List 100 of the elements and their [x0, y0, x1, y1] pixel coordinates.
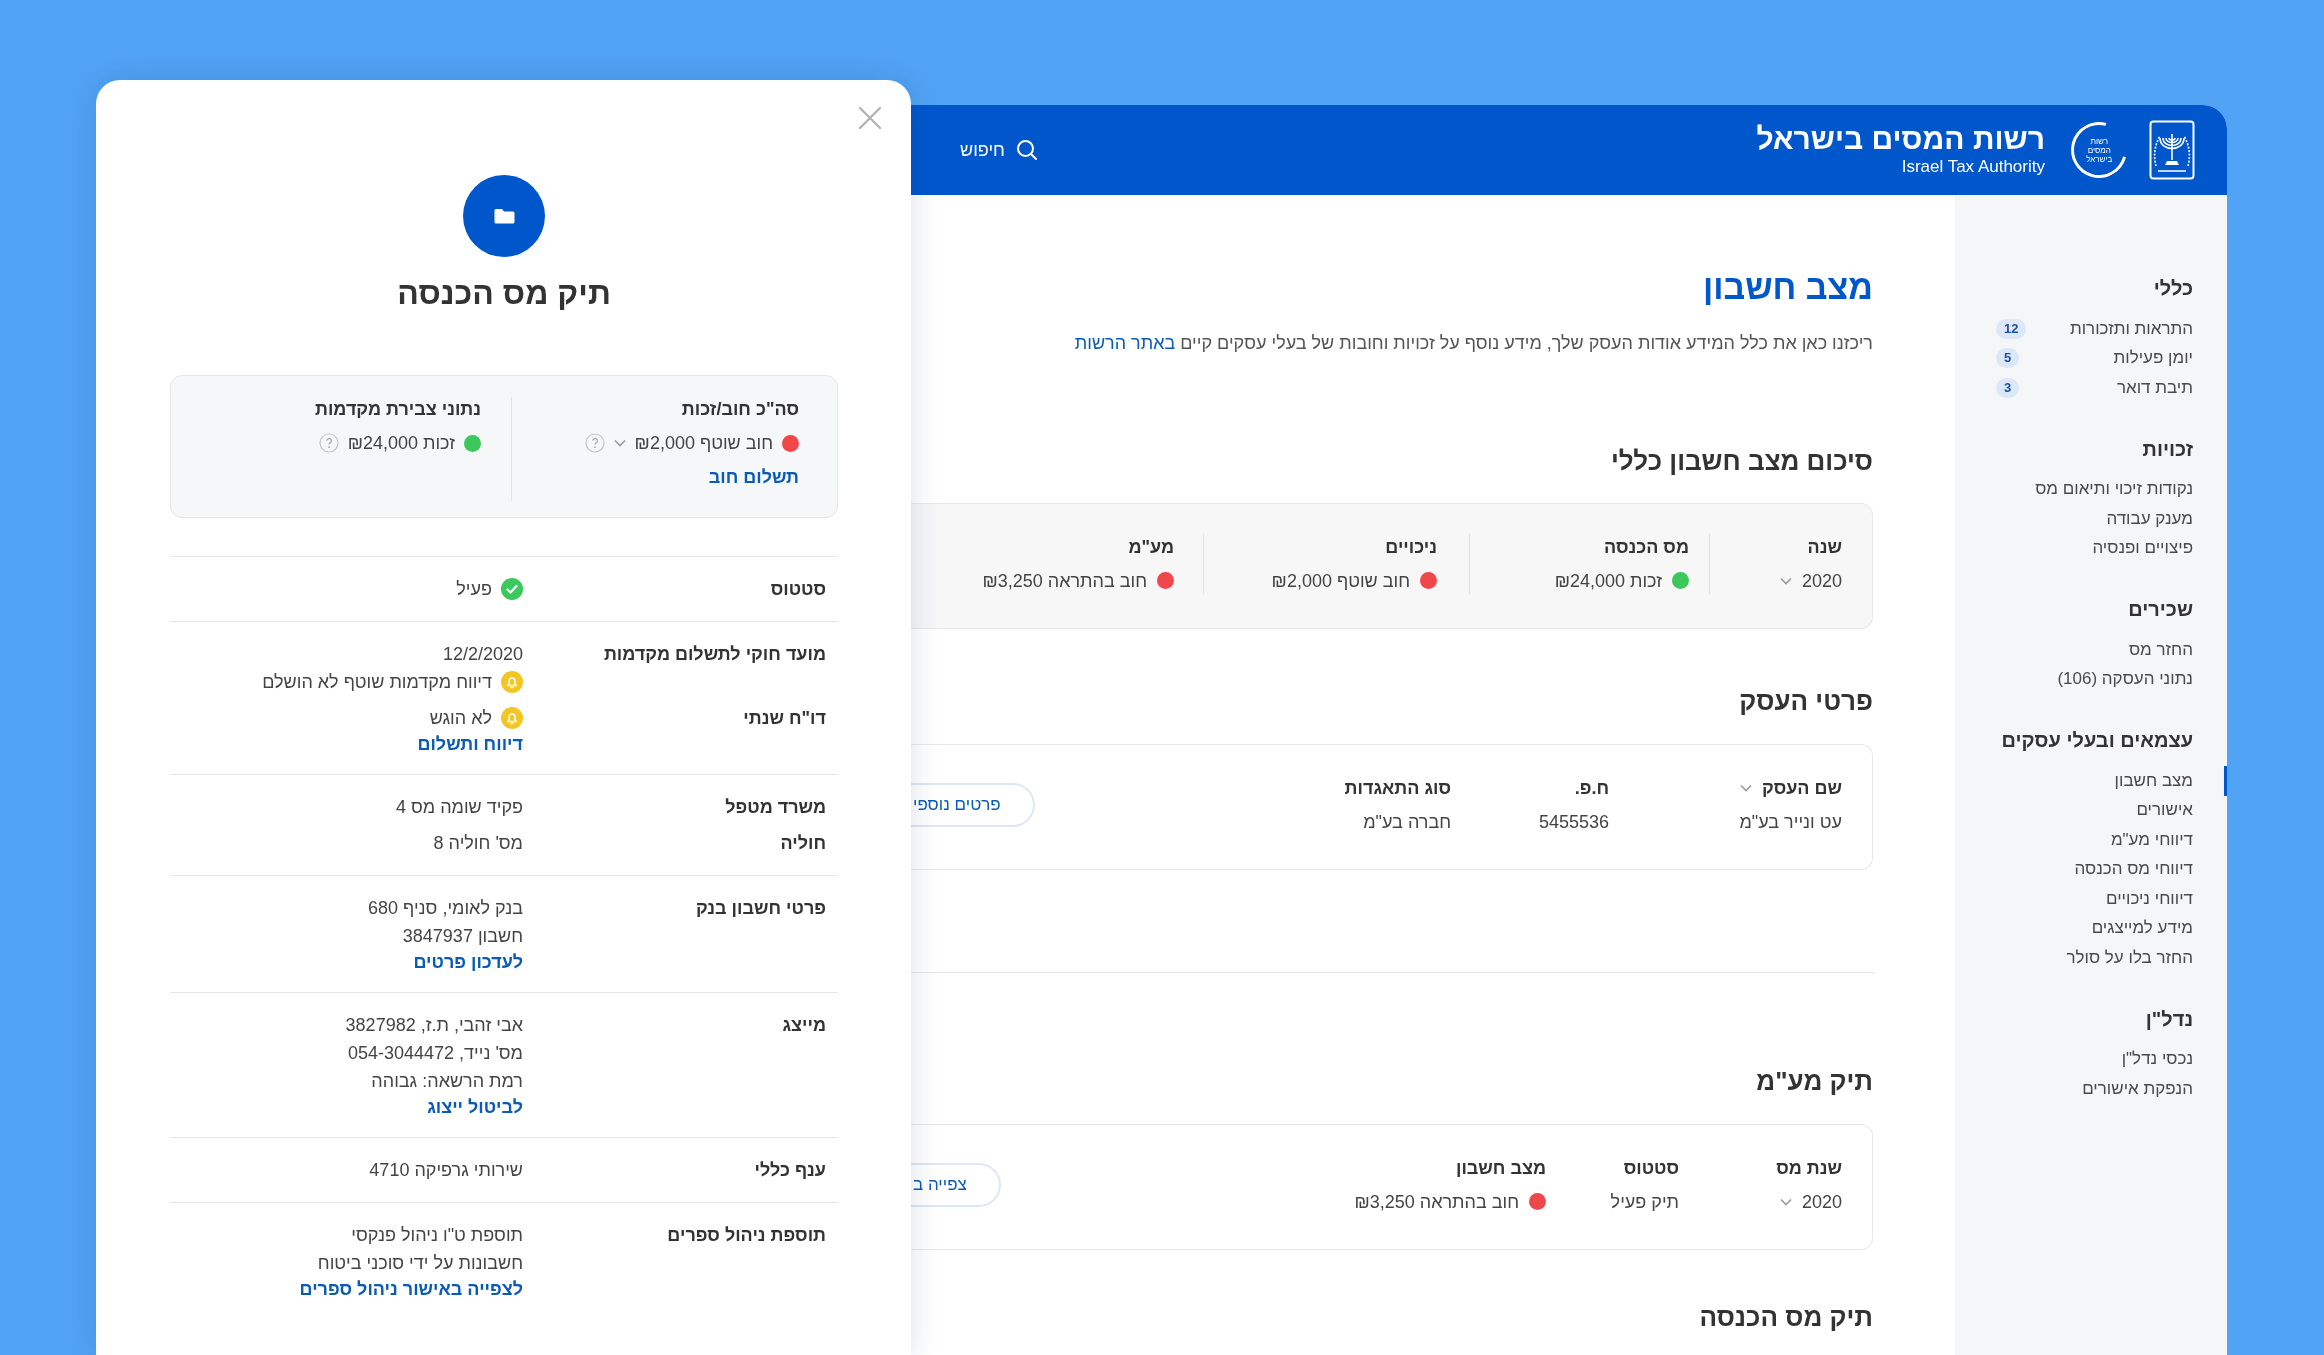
sidebar-item[interactable]: דיווחי מע"מ — [1955, 825, 2227, 855]
field-value: 12/2/2020 — [442, 643, 523, 666]
sidebar-item[interactable]: אישורים — [1955, 795, 2227, 825]
field-label: מע"מ — [1128, 535, 1174, 559]
field-value: זכות ₪24,000 — [347, 432, 455, 455]
field-label: סה"כ חוב/זכות — [681, 398, 799, 421]
field-value: רמת הרשאה: גבוהה — [371, 1070, 523, 1093]
chevron-icon[interactable] — [613, 439, 626, 447]
field-value: חוב שוטף ₪2,000 — [634, 432, 773, 455]
folder-icon — [463, 175, 545, 257]
field-value: תוספת ט"ו ניהול פנקסי — [351, 1224, 523, 1247]
field-label: סטטוס — [770, 579, 826, 599]
field-value: 5455536 — [1538, 810, 1609, 834]
pay-link[interactable]: תשלום חוב — [708, 465, 799, 489]
sidebar-item[interactable]: נתוני העסקה (106) — [1955, 664, 2227, 694]
field-label: שם העסק — [1761, 776, 1842, 800]
field-value: מס' חוליה 8 — [433, 832, 523, 855]
bell-icon — [501, 671, 523, 693]
field-value: חוב בהתראה ₪3,250 — [1354, 1190, 1519, 1214]
field-value: דיווח מקדמות שוטף לא הושלם — [262, 671, 492, 694]
field-value: חשבון 3847937 — [402, 925, 523, 948]
field-label: מועד חוקי לתשלום מקדמות — [603, 644, 826, 664]
sidebar-item[interactable]: החזר בלו על סולר — [1955, 943, 2227, 973]
field-label: מצב חשבון — [1455, 1156, 1546, 1180]
drawer-title: תיק מס הכנסה — [397, 274, 611, 313]
sidebar-item[interactable]: מידע למייצגים — [1955, 913, 2227, 943]
field-value: 2020 — [1801, 1190, 1842, 1214]
sidebar-item[interactable]: דיווחי ניכויים — [1955, 884, 2227, 914]
chevron-icon[interactable] — [1739, 783, 1752, 792]
action-link[interactable]: לצפייה באישור ניהול ספרים — [299, 1277, 523, 1301]
section-heading: פרטי העסק — [1739, 685, 1873, 717]
field-value: לא הוגש — [429, 707, 492, 730]
search-icon — [1014, 138, 1039, 162]
page-title: מצב חשבון — [1702, 267, 1873, 307]
action-link[interactable]: דיווח ותשלום — [417, 732, 523, 756]
sidebar-item[interactable]: נקודות זיכוי ותיאום מס — [1955, 474, 2227, 504]
action-link[interactable]: לביטול ייצוג — [427, 1095, 523, 1119]
field-value: שירותי גרפיקה 4710 — [369, 1159, 523, 1182]
sidebar-item[interactable]: פיצויים ופנסיה — [1955, 533, 2227, 563]
count-badge: 5 — [1996, 348, 2020, 369]
field-value: אבי זהבי, ת.ז, 3827982 — [345, 1014, 523, 1037]
field-label: ענף כללי — [754, 1160, 826, 1180]
field-label: שנת מס — [1776, 1156, 1842, 1180]
chevron-icon[interactable] — [1779, 576, 1792, 585]
close-icon[interactable] — [856, 104, 884, 132]
field-value: בנק לאומי, סניף 680 — [368, 897, 523, 920]
bell-icon — [501, 707, 523, 729]
field-value: חשבונות על ידי סוכני ביטוח — [317, 1252, 523, 1275]
field-label: משרד מטפל — [725, 797, 826, 817]
count-badge: 3 — [1996, 377, 2020, 398]
sidebar-item[interactable]: החזר מס — [1955, 635, 2227, 665]
help-icon[interactable] — [318, 433, 339, 453]
field-value: פקיד שומה מס 4 — [395, 796, 523, 819]
field-label: ניכויים — [1385, 535, 1437, 559]
details-button[interactable]: צפייה ב — [911, 1162, 1001, 1207]
field-label: דו"ח שנתי — [743, 708, 826, 728]
logo-text: רשות המסים בישראל — [2084, 136, 2114, 164]
section-heading: סיכום מצב חשבון כללי — [1610, 445, 1873, 477]
section-heading: שכירים — [2128, 597, 2194, 621]
sidebar-item[interactable]: הנפקת אישורים — [1955, 1074, 2227, 1104]
field-value: עט ונייר בע"מ — [1739, 810, 1842, 834]
field-value: חברה בע"מ — [1363, 810, 1451, 834]
action-link[interactable]: לעדכון פרטים — [413, 950, 523, 974]
search-button[interactable]: חיפוש — [960, 138, 1039, 162]
count-badge: 12 — [1996, 318, 2027, 339]
field-label: חוליה — [780, 833, 826, 853]
help-icon[interactable] — [584, 433, 605, 453]
field-value: זכות ₪24,000 — [1554, 569, 1662, 593]
emblem-icon — [2149, 120, 2195, 180]
chevron-icon[interactable] — [1779, 1197, 1792, 1206]
field-value: מס' נייד, 054-3044472 — [347, 1042, 523, 1065]
section-heading: נדל"ן — [2145, 1006, 2194, 1031]
field-value: 2020 — [1801, 569, 1842, 593]
field-value: פעיל — [456, 578, 492, 601]
site-link[interactable]: באתר הרשות — [1074, 333, 1176, 353]
field-label: מייצג — [782, 1015, 826, 1035]
field-label: תוספת ניהול ספרים — [667, 1225, 826, 1245]
sidebar-item[interactable]: נכסי נדל"ן — [1955, 1044, 2227, 1074]
field-label: ח.פ. — [1574, 776, 1609, 800]
section-heading: כללי — [2153, 276, 2194, 300]
field-value: תיק פעיל — [1610, 1190, 1679, 1214]
site-title: רשות המסים בישראל — [1756, 122, 2045, 156]
section-heading: תיק מע"מ — [1756, 1065, 1873, 1097]
site-subtitle: Israel Tax Authority — [1900, 156, 2045, 178]
section-heading: עצמאים ובעלי עסקים — [2001, 728, 2194, 752]
details-button[interactable]: פרטים נוספי — [911, 782, 1035, 827]
field-value: חוב שוטף ₪2,000 — [1271, 569, 1410, 593]
section-heading: זכויות — [2142, 436, 2194, 461]
field-label: סטטוס — [1623, 1156, 1679, 1180]
check-icon — [501, 578, 523, 600]
field-label: סוג התאגדות — [1344, 776, 1451, 800]
field-label: נתוני צבירת מקדמות — [315, 398, 481, 421]
field-label: מס הכנסה — [1603, 535, 1689, 559]
field-label: פרטי חשבון בנק — [695, 898, 826, 918]
sidebar-item[interactable]: מצב חשבון — [1955, 766, 2227, 796]
field-value: חוב בהתראה ₪3,250 — [982, 569, 1147, 593]
field-label: שנה — [1807, 535, 1842, 559]
section-heading: תיק מס הכנסה — [1699, 1301, 1873, 1333]
sidebar-item[interactable]: מענק עבודה — [1955, 504, 2227, 534]
sidebar-item[interactable]: דיווחי מס הכנסה — [1955, 854, 2227, 884]
